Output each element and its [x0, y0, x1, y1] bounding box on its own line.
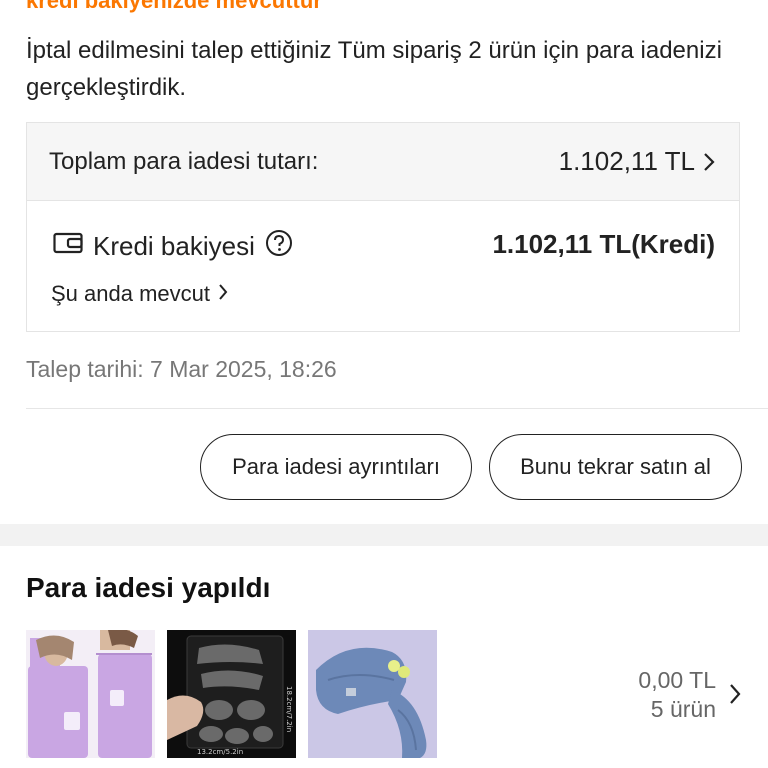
thumbnail-dimension-label: 13.2cm/5.2in: [197, 748, 243, 756]
refund-details-button[interactable]: Para iadesi ayrıntıları: [200, 434, 472, 500]
total-refund-amount-group: 1.102,11 TL: [559, 146, 715, 177]
currently-available-link[interactable]: Şu anda mevcut: [51, 281, 228, 307]
chevron-right-icon: [703, 152, 715, 172]
currently-available-label: Şu anda mevcut: [51, 281, 210, 306]
credit-balance-label-group: Kredi bakiyesi: [53, 229, 293, 264]
total-refund-amount: 1.102,11 TL: [558, 146, 695, 176]
product-thumbnails[interactable]: 18.2cm/7.2in 13.2cm/5.2in: [26, 630, 437, 758]
total-refund-label: Toplam para iadesi tutarı:: [49, 147, 319, 175]
credit-balance-amount: 1.102,11 TL(Kredi): [492, 229, 715, 259]
wallet-icon: [53, 231, 83, 262]
refund-heading: kredi bakiyenizde mevcuttur: [26, 0, 322, 13]
product-thumbnail-towel-dress[interactable]: [26, 630, 155, 758]
request-date: Talep tarihi: 7 Mar 2025, 18:26: [26, 356, 337, 382]
credit-balance-row: Kredi bakiyesi 1.102,11 TL(Kredi) Şu and…: [27, 201, 739, 331]
help-icon[interactable]: [265, 229, 293, 264]
buy-again-button[interactable]: Bunu tekrar satın al: [489, 434, 742, 500]
total-refund-row[interactable]: Toplam para iadesi tutarı: 1.102,11 TL: [27, 123, 739, 201]
refund-summary-card: Toplam para iadesi tutarı: 1.102,11 TL K…: [26, 122, 740, 332]
refunded-summary[interactable]: 0,00 TL 5 ürün: [638, 666, 716, 724]
refunded-amount: 0,00 TL: [638, 667, 716, 693]
refunded-section-title: Para iadesi yapıldı: [26, 572, 271, 603]
divider: [26, 408, 768, 409]
credit-balance-label: Kredi bakiyesi: [93, 231, 255, 261]
chevron-right-icon[interactable]: [728, 682, 742, 711]
refund-message: İptal edilmesini talep ettiğiniz Tüm sip…: [26, 37, 722, 101]
product-thumbnail-silicone-pads[interactable]: 18.2cm/7.2in 13.2cm/5.2in: [167, 630, 296, 758]
thumbnail-dimension-label: 18.2cm/7.2in: [285, 686, 293, 732]
section-separator: [0, 524, 768, 546]
refunded-item-count: 5 ürün: [650, 696, 716, 722]
product-thumbnail-hair-towel[interactable]: [308, 630, 437, 758]
chevron-right-icon: [218, 281, 228, 307]
